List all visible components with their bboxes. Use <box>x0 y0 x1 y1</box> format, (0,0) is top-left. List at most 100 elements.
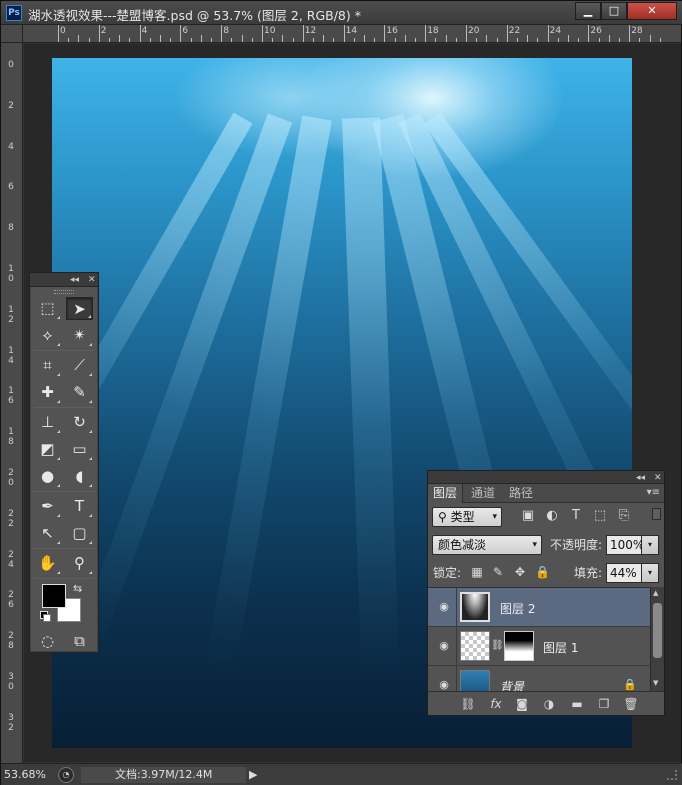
close-button[interactable]: ✕ <box>627 2 677 20</box>
layer-row-1[interactable]: ◉ ⛓ 图层 1 <box>428 627 650 666</box>
eye-icon[interactable]: ◉ <box>437 678 451 691</box>
magic-wand-tool[interactable]: ✴ <box>66 324 93 347</box>
filter-kind-dropdown[interactable]: ⚲ 类型 ▾ <box>432 507 502 527</box>
history-brush-tool[interactable]: ↻ <box>66 411 93 434</box>
adjustment-layer-icon[interactable]: ◑ <box>541 696 557 712</box>
layer-mask-thumbnail[interactable] <box>504 631 534 661</box>
add-mask-icon[interactable]: ◙ <box>514 696 530 712</box>
tab-channels[interactable]: 通道 <box>466 484 500 503</box>
ruler-tick-label: 2 2 <box>8 508 14 529</box>
vertical-ruler[interactable]: 0 2 4 6 8 1 0 1 2 1 4 1 6 1 8 2 0 2 2 2 4 2 6 2 8 3 0 3 … <box>1 43 23 763</box>
opacity-input[interactable]: 100% <box>606 535 644 555</box>
rectangle-shape-tool[interactable]: ▢ <box>66 522 93 545</box>
new-group-icon[interactable]: ▬ <box>569 696 585 712</box>
tab-paths[interactable]: 路径 <box>504 484 538 503</box>
rectangular-marquee-tool[interactable]: ⬚ <box>34 297 61 320</box>
brush-tool[interactable]: ✎ <box>66 381 93 404</box>
layer-style-icon[interactable]: fx <box>488 696 504 712</box>
path-selection-tool[interactable]: ↖ <box>34 522 61 545</box>
ruler-tick-label: 2 4 <box>8 549 14 570</box>
adjustment-filter-icon[interactable]: ◐ <box>544 508 560 524</box>
lock-all-icon[interactable]: 🔒 <box>535 565 550 579</box>
ruler-tick-label: 0 <box>8 60 14 70</box>
layer-thumbnail[interactable] <box>460 631 490 661</box>
maximize-button[interactable]: □ <box>601 2 627 20</box>
default-colors-icon[interactable] <box>40 611 51 622</box>
zoom-level-field[interactable]: 53.68% <box>4 767 52 783</box>
ruler-tick <box>527 35 529 42</box>
fill-slider-toggle[interactable]: ▾ <box>642 563 659 583</box>
screen-mode-icon[interactable]: ⧉ <box>66 630 93 653</box>
quick-mask-icon[interactable]: ◌ <box>34 630 61 653</box>
blend-mode-dropdown[interactable]: 颜色减淡 ▾ <box>432 535 542 555</box>
scrollbar-thumb[interactable] <box>653 603 662 658</box>
new-layer-icon[interactable]: ❐ <box>596 696 612 712</box>
layer-thumbnail[interactable] <box>460 670 490 691</box>
close-panel-icon[interactable]: ✕ <box>654 471 662 485</box>
layer-thumbnail[interactable] <box>460 592 490 622</box>
resize-grip-icon[interactable] <box>667 770 677 780</box>
link-icon[interactable]: ⛓ <box>491 640 504 651</box>
link-layers-icon[interactable]: ⛓ <box>460 696 476 712</box>
status-menu-arrow-icon[interactable]: ▶ <box>249 768 257 781</box>
ruler-tick <box>517 38 518 42</box>
pen-tool[interactable]: ✒ <box>34 495 61 518</box>
tool-flyout-indicator <box>89 457 92 460</box>
panel-menu-icon[interactable]: ▾≡ <box>647 487 660 498</box>
pixel-filter-icon[interactable]: ▣ <box>520 508 536 524</box>
ruler-tick <box>374 38 376 42</box>
hand-tool[interactable]: ✋ <box>34 552 61 575</box>
ruler-tick <box>160 35 161 42</box>
fill-input[interactable]: 44% <box>606 563 642 583</box>
lock-position-icon[interactable]: ✥ <box>513 565 527 579</box>
gradient-tool[interactable]: ▭ <box>66 438 93 461</box>
layer-name[interactable]: 图层 2 <box>500 600 535 617</box>
swap-colors-icon[interactable]: ⇆ <box>73 582 82 595</box>
layer-row-2[interactable]: ◉ 图层 2 <box>428 588 650 627</box>
document-size-info[interactable]: 文档:3.97M/12.4M <box>81 767 246 783</box>
eraser-tool[interactable]: ◩ <box>34 438 61 461</box>
eyedropper-tool[interactable]: ⟋ <box>66 354 93 377</box>
zoom-tool[interactable]: ⚲ <box>66 552 93 575</box>
crop-tool[interactable]: ⌗ <box>34 354 61 377</box>
ruler-tick-label: 1 0 <box>8 264 14 284</box>
scroll-up-icon[interactable]: ▲ <box>653 589 658 597</box>
layer-list-scrollbar[interactable]: ▲ ▼ <box>650 587 664 691</box>
tab-layers[interactable]: 图层 <box>428 484 464 503</box>
foreground-color-swatch[interactable] <box>42 584 66 608</box>
eye-icon[interactable]: ◉ <box>437 639 451 653</box>
layer-row-background[interactable]: ◉ 背景 🔒 <box>428 666 650 691</box>
opacity-slider-toggle[interactable]: ▾ <box>642 535 659 555</box>
blur-tool[interactable]: ● <box>34 465 61 488</box>
polygonal-lasso-tool[interactable]: ⟡ <box>34 324 61 347</box>
smart-object-filter-icon[interactable]: ⎘ <box>616 508 632 524</box>
ruler-tick-label: 14 <box>345 26 358 36</box>
spot-healing-brush-tool[interactable]: ✚ <box>34 381 61 404</box>
clone-stamp-tool[interactable]: ⊥ <box>34 411 61 434</box>
layer-name[interactable]: 背景 <box>500 678 524 691</box>
horizontal-ruler[interactable]: 0 2 4 6 8 10 12 14 16 18 20 22 24 26 28 <box>23 25 681 43</box>
lock-transparent-pixels-icon[interactable]: ▦ <box>470 565 484 579</box>
dodge-tool[interactable]: ◖ <box>66 465 93 488</box>
panel-grip[interactable] <box>30 287 98 295</box>
trash-icon[interactable]: 🗑 <box>623 696 639 712</box>
layer-name[interactable]: 图层 1 <box>543 639 578 656</box>
collapse-panel-icon[interactable]: ◂◂ <box>636 471 645 485</box>
tools-panel-header[interactable]: ◂◂ ✕ <box>30 273 98 287</box>
move-tool[interactable]: ➤ <box>66 297 93 320</box>
lock-image-pixels-icon[interactable]: ✎ <box>491 565 505 579</box>
type-filter-icon[interactable]: T <box>568 508 584 524</box>
filter-toggle-switch[interactable] <box>652 508 661 520</box>
eraser-icon: ◩ <box>40 440 55 458</box>
status-info-icon[interactable]: ◔ <box>58 767 74 783</box>
collapse-panel-icon[interactable]: ◂◂ <box>70 273 79 287</box>
tool-flyout-indicator <box>57 343 60 346</box>
shape-filter-icon[interactable]: ⬚ <box>592 508 608 524</box>
close-panel-icon[interactable]: ✕ <box>88 273 96 287</box>
layers-panel-header[interactable]: ◂◂ ✕ <box>428 471 664 484</box>
minimize-button[interactable]: ▁ <box>575 2 601 20</box>
ruler-origin[interactable] <box>1 25 23 43</box>
scroll-down-icon[interactable]: ▼ <box>653 679 658 687</box>
type-tool[interactable]: T <box>66 495 93 518</box>
eye-icon[interactable]: ◉ <box>437 600 451 614</box>
